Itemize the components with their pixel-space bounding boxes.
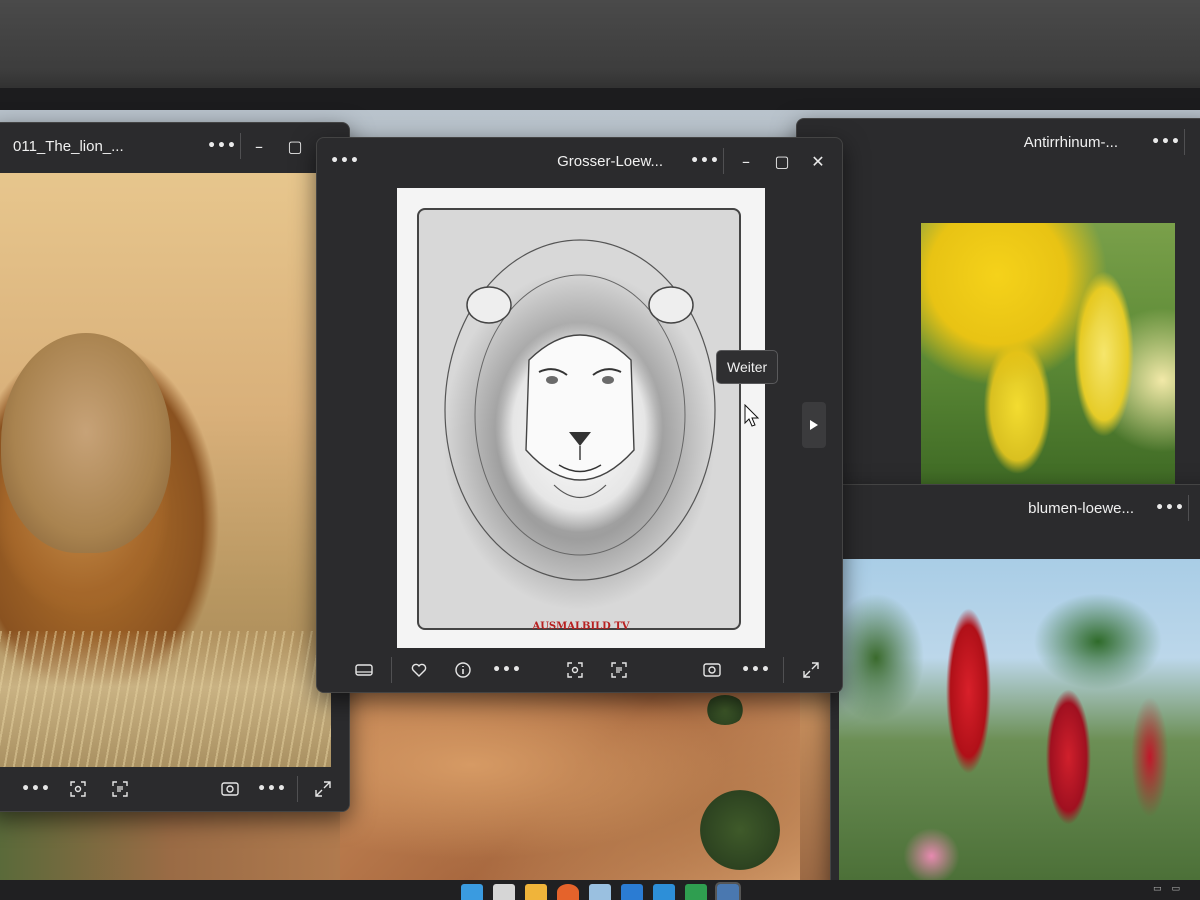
window-title: 011_The_lion_...	[13, 137, 124, 155]
more-icon[interactable]: •••	[204, 128, 240, 164]
coloring-window-titlebar[interactable]: ••• Grosser-Loew... ••• – ▢ ✕	[317, 138, 842, 184]
window-title: blumen-loewe...	[1028, 499, 1134, 517]
system-tray: ▭ ▭	[1153, 884, 1180, 894]
windows-start-icon[interactable]	[461, 884, 483, 900]
close-icon[interactable]: ✕	[800, 143, 836, 179]
coloring-window-toolbar: ••• •••	[317, 648, 842, 692]
wallpaper-cliff-left	[0, 810, 340, 880]
next-tooltip: Weiter	[716, 350, 779, 384]
firefox-icon[interactable]	[557, 884, 579, 900]
spreadsheet-app-icon[interactable]	[685, 884, 707, 900]
divider	[783, 657, 784, 683]
heart-icon[interactable]	[402, 653, 436, 687]
word-app-icon[interactable]	[621, 884, 643, 900]
edit-image-icon[interactable]	[213, 772, 247, 806]
window-title: Grosser-Loew...	[557, 152, 663, 170]
more-icon[interactable]: •••	[255, 772, 289, 806]
play-next-icon	[810, 420, 818, 430]
task-view-icon[interactable]	[493, 884, 515, 900]
lion-window-toolbar: ••• •••	[0, 767, 349, 811]
monitor-bezel	[0, 88, 1200, 110]
brand-watermark: AUSMALBILD TV	[532, 621, 630, 632]
more-icon[interactable]: •••	[739, 653, 773, 687]
grass	[0, 631, 331, 771]
lion-window-titlebar[interactable]: 011_The_lion_... ••• – ▢ ✕	[0, 123, 349, 169]
more-icon[interactable]: •••	[1148, 124, 1184, 160]
visual-search-icon[interactable]	[61, 772, 95, 806]
coloring-page-window[interactable]: ••• Grosser-Loew... ••• – ▢ ✕ AUSMALBILD…	[316, 137, 843, 693]
minimize-icon[interactable]: –	[241, 128, 277, 164]
edit-image-icon[interactable]	[695, 653, 729, 687]
coloring-page-frame	[417, 208, 741, 630]
blumen-window-titlebar[interactable]: blumen-loewe... •••	[831, 485, 1200, 531]
text-scan-icon[interactable]	[602, 653, 636, 687]
divider	[723, 148, 724, 174]
filmstrip-icon[interactable]	[347, 653, 381, 687]
tray-icon[interactable]: ▭	[1171, 884, 1180, 894]
lion-photo-window[interactable]: 011_The_lion_... ••• – ▢ ✕ ••• •••	[0, 122, 350, 812]
more-icon[interactable]: •••	[327, 143, 363, 179]
wallpaper-shrub	[700, 790, 780, 870]
divider	[1188, 495, 1189, 521]
more-icon[interactable]: •••	[1152, 490, 1188, 526]
lion-face	[1, 333, 171, 553]
more-icon[interactable]: •••	[19, 772, 53, 806]
lion-line-art	[444, 239, 716, 581]
file-explorer-icon[interactable]	[525, 884, 547, 900]
more-icon[interactable]: •••	[490, 653, 524, 687]
blumen-window[interactable]: blumen-loewe... •••	[830, 484, 1200, 894]
divider	[297, 776, 298, 802]
notepad-icon[interactable]	[589, 884, 611, 900]
wall-background	[0, 0, 1200, 100]
photos-app-icon[interactable]	[653, 884, 675, 900]
taskbar: ▭ ▭	[0, 880, 1200, 900]
fullscreen-icon[interactable]	[306, 772, 340, 806]
wallpaper-shrub	[705, 695, 745, 725]
antirrhinum-window[interactable]: Antirrhinum-... •••	[796, 118, 1200, 498]
visual-search-icon[interactable]	[558, 653, 592, 687]
snapdragon-yellow-image	[921, 223, 1175, 485]
maximize-icon[interactable]: ▢	[277, 128, 313, 164]
next-image-button[interactable]	[802, 402, 826, 448]
antirrhinum-window-titlebar[interactable]: Antirrhinum-... •••	[797, 119, 1200, 165]
info-icon[interactable]	[446, 653, 480, 687]
maximize-icon[interactable]: ▢	[764, 143, 800, 179]
photos-active-icon[interactable]	[715, 882, 741, 900]
snapdragon-red-image	[839, 559, 1200, 889]
divider	[391, 657, 392, 683]
mouse-cursor-icon	[744, 404, 760, 427]
divider	[1184, 129, 1185, 155]
minimize-icon[interactable]: –	[728, 143, 764, 179]
window-title: Antirrhinum-...	[1023, 133, 1118, 151]
text-scan-icon[interactable]	[103, 772, 137, 806]
lion-coloring-page-image: AUSMALBILD TV	[397, 188, 765, 650]
lion-photo-image	[0, 173, 331, 771]
more-icon[interactable]: •••	[687, 143, 723, 179]
tray-icon[interactable]: ▭	[1153, 884, 1162, 894]
fullscreen-icon[interactable]	[794, 653, 828, 687]
